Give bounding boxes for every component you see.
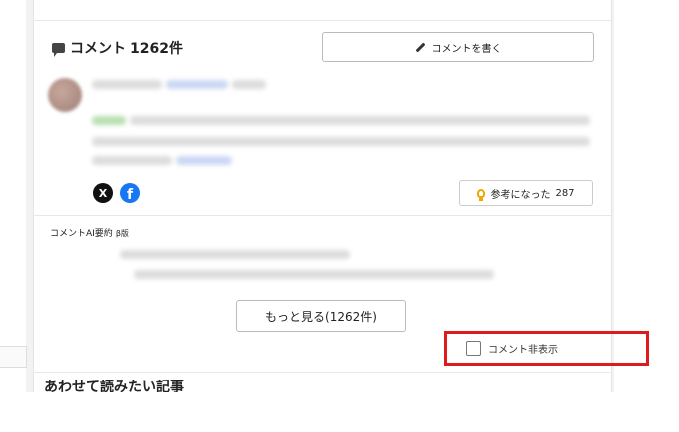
blurred-comment-line-2: [92, 137, 590, 146]
lightbulb-icon: [477, 188, 486, 201]
blurred-ai-summary-line-2: [134, 270, 494, 279]
ai-summary-label: コメントAI要約 β版: [50, 229, 129, 239]
highlight-annotation-box: [444, 331, 649, 366]
write-comment-label: コメントを書く: [431, 43, 502, 55]
comment-section-header: コメント 1262件: [52, 38, 183, 58]
helpful-button[interactable]: 参考になった 287: [459, 180, 593, 206]
blurred-tag: [92, 116, 126, 125]
pencil-icon: [415, 42, 425, 52]
blurred-comment-line-3: [92, 156, 172, 165]
blurred-comment-line-1: [130, 116, 590, 125]
facebook-share-icon[interactable]: f: [120, 183, 140, 203]
blurred-username: [92, 80, 162, 89]
related-articles-heading: あわせて読みたい記事: [44, 380, 184, 392]
blurred-user-link: [166, 80, 228, 89]
ai-summary-beta-badge: β版: [115, 229, 129, 238]
commenter-avatar: [48, 78, 82, 112]
page-gutter-left: [26, 0, 33, 392]
side-panel-edge: [0, 346, 27, 368]
show-more-comments-button[interactable]: もっと見る(1262件): [236, 300, 406, 332]
x-share-icon[interactable]: X: [93, 183, 113, 203]
comment-bubble-icon: [52, 43, 65, 57]
helpful-count: 287: [555, 187, 575, 199]
blurred-ai-summary-line-1: [120, 250, 350, 259]
blurred-comment-link: [176, 156, 232, 165]
comment-title-label: コメント: [70, 41, 126, 57]
section-divider: [34, 215, 611, 216]
comment-count: 1262件: [130, 41, 183, 57]
section-bottom-divider: [33, 372, 610, 373]
card-top-divider: [34, 20, 611, 21]
helpful-label: 参考になった: [490, 189, 551, 201]
write-comment-button[interactable]: コメントを書く: [322, 32, 594, 62]
blurred-timestamp: [232, 80, 266, 89]
